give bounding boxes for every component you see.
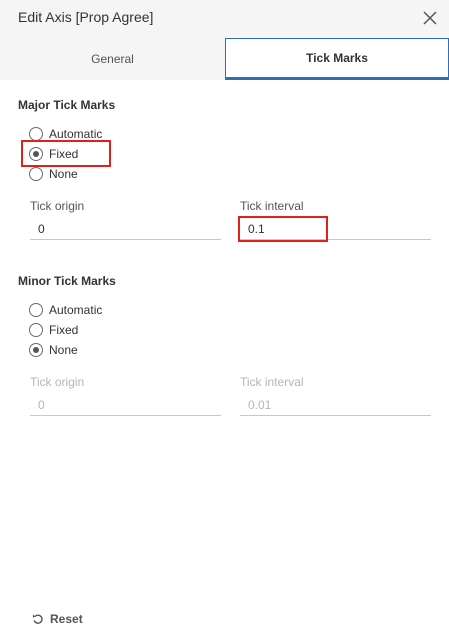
tab-general[interactable]: General <box>0 38 225 80</box>
minor-radio-none[interactable]: None <box>29 341 78 359</box>
major-tick-interval-input[interactable] <box>240 218 431 240</box>
radio-button-checked[interactable] <box>29 147 43 161</box>
radio-button[interactable] <box>29 303 43 317</box>
reset-button[interactable]: Reset <box>32 610 83 628</box>
radio-label: None <box>49 167 78 181</box>
close-icon[interactable] <box>419 7 441 29</box>
minor-tick-origin-input <box>30 394 221 416</box>
major-radio-none[interactable]: None <box>29 165 78 183</box>
minor-tick-interval-input <box>240 394 431 416</box>
dialog-header: Edit Axis [Prop Agree] <box>0 0 449 38</box>
radio-button[interactable] <box>29 127 43 141</box>
radio-label: Fixed <box>49 323 79 337</box>
minor-tick-origin-label: Tick origin <box>30 375 85 389</box>
major-tick-interval-label: Tick interval <box>240 199 304 213</box>
radio-label: Fixed <box>49 147 79 161</box>
reset-icon <box>32 614 43 624</box>
minor-radio-fixed[interactable]: Fixed <box>29 321 78 339</box>
radio-label: Automatic <box>49 303 103 317</box>
edit-axis-dialog: Edit Axis [Prop Agree] General Tick Mark… <box>0 0 449 636</box>
radio-button[interactable] <box>29 323 43 337</box>
radio-label: Automatic <box>49 127 103 141</box>
tab-bar: General Tick Marks <box>0 38 449 80</box>
minor-tick-marks-heading: Minor Tick Marks <box>18 274 116 288</box>
radio-button-checked[interactable] <box>29 343 43 357</box>
dialog-title: Edit Axis [Prop Agree] <box>18 9 154 25</box>
tab-tick-marks[interactable]: Tick Marks <box>225 38 449 80</box>
major-tick-marks-heading: Major Tick Marks <box>18 98 116 112</box>
minor-radio-automatic[interactable]: Automatic <box>29 301 102 319</box>
major-tick-origin-label: Tick origin <box>30 199 85 213</box>
radio-label: None <box>49 343 78 357</box>
major-radio-fixed[interactable]: Fixed <box>29 145 78 163</box>
radio-button[interactable] <box>29 167 43 181</box>
reset-label: Reset <box>50 612 83 626</box>
major-tick-origin-input[interactable] <box>30 218 221 240</box>
minor-tick-interval-label: Tick interval <box>240 375 304 389</box>
major-radio-automatic[interactable]: Automatic <box>29 125 102 143</box>
